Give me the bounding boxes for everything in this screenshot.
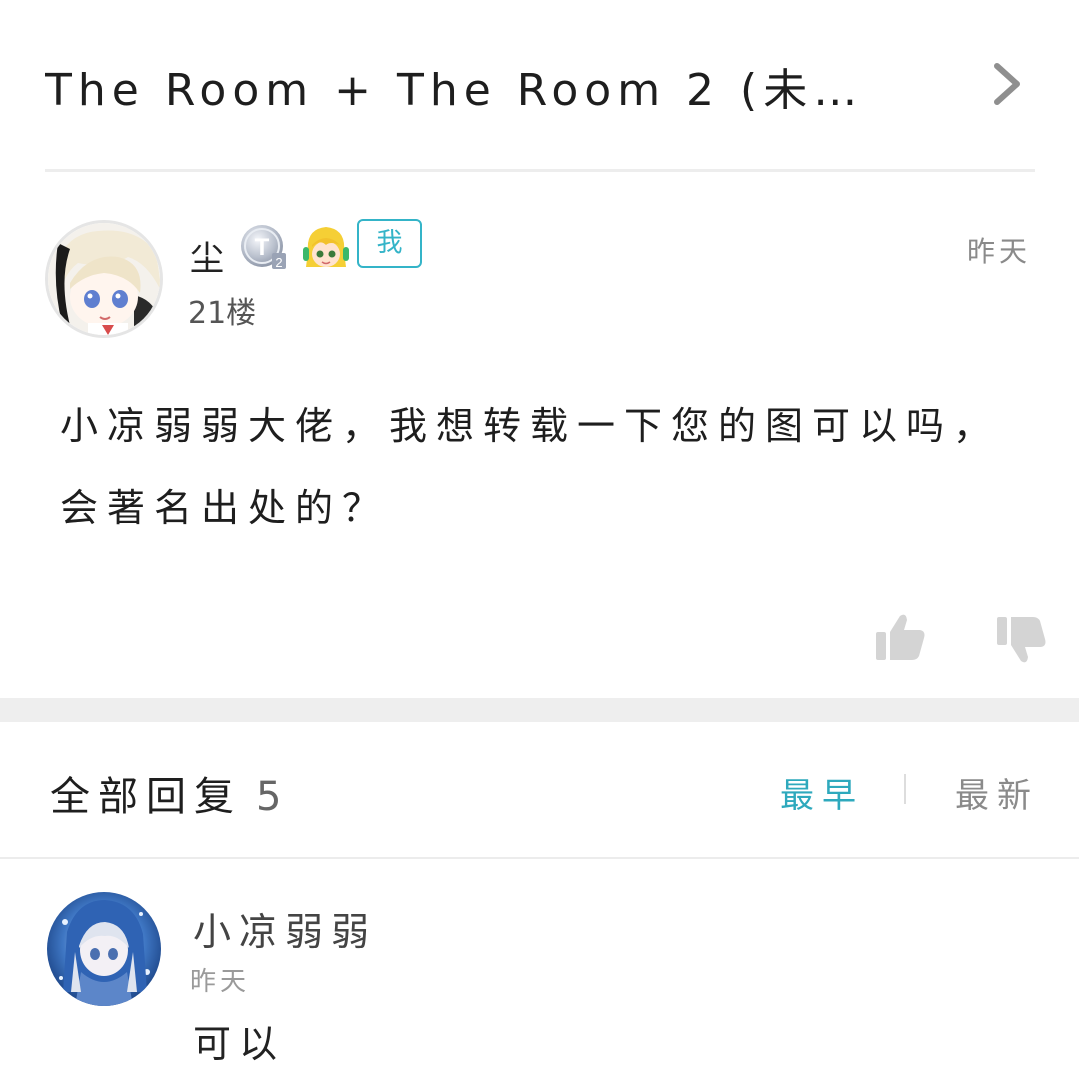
svg-text:T: T xyxy=(255,234,270,261)
chevron-right-icon[interactable] xyxy=(987,62,1027,106)
post-time: 昨天 xyxy=(966,235,1031,268)
svg-text:2: 2 xyxy=(275,255,282,270)
section-divider xyxy=(0,698,1079,722)
replies-count: 5 xyxy=(256,774,290,820)
topic-title[interactable]: The Room + The Room 2 (未上锁… xyxy=(45,54,905,118)
me-tag: 我 xyxy=(357,219,422,268)
avatar[interactable] xyxy=(47,892,161,1006)
reply-body: 可以 xyxy=(193,1022,286,1066)
replies-title-label: 全部回复 xyxy=(50,774,242,820)
post-body: 小凉弱弱大佬，我想转载一下您的图可以吗， 会著名出处的？ xyxy=(60,385,1020,549)
avatar[interactable] xyxy=(45,220,163,338)
replies-title: 全部回复 5 xyxy=(50,764,289,822)
floor-number: 21楼 xyxy=(188,296,257,331)
reply-time: 昨天 xyxy=(190,967,251,997)
topic-header[interactable]: The Room + The Room 2 (未上锁… xyxy=(45,0,1035,172)
reply-item[interactable]: 小凉弱弱 昨天 可以 xyxy=(0,861,1079,1085)
thumbs-down-icon[interactable] xyxy=(995,615,1047,667)
sort-separator xyxy=(904,774,906,804)
girl-badge-icon xyxy=(303,227,349,267)
sort-earliest-button[interactable]: 最早 xyxy=(780,768,864,817)
post-body-line: 小凉弱弱大佬，我想转载一下您的图可以吗， xyxy=(60,404,1001,448)
post: 尘 T 2 我 21楼 昨天 小凉弱弱大佬，我想转载一下您的图可以吗， 会著名出… xyxy=(0,175,1079,698)
replies-header: 全部回复 5 最早 最新 xyxy=(0,722,1079,859)
sort-newest-button[interactable]: 最新 xyxy=(955,768,1039,817)
t2-badge-icon: T 2 xyxy=(241,225,286,270)
thumbs-up-icon[interactable] xyxy=(874,612,926,662)
post-body-line: 会著名出处的？ xyxy=(60,486,390,530)
username[interactable]: 尘 xyxy=(190,231,224,280)
reply-username[interactable]: 小凉弱弱 xyxy=(193,901,377,956)
